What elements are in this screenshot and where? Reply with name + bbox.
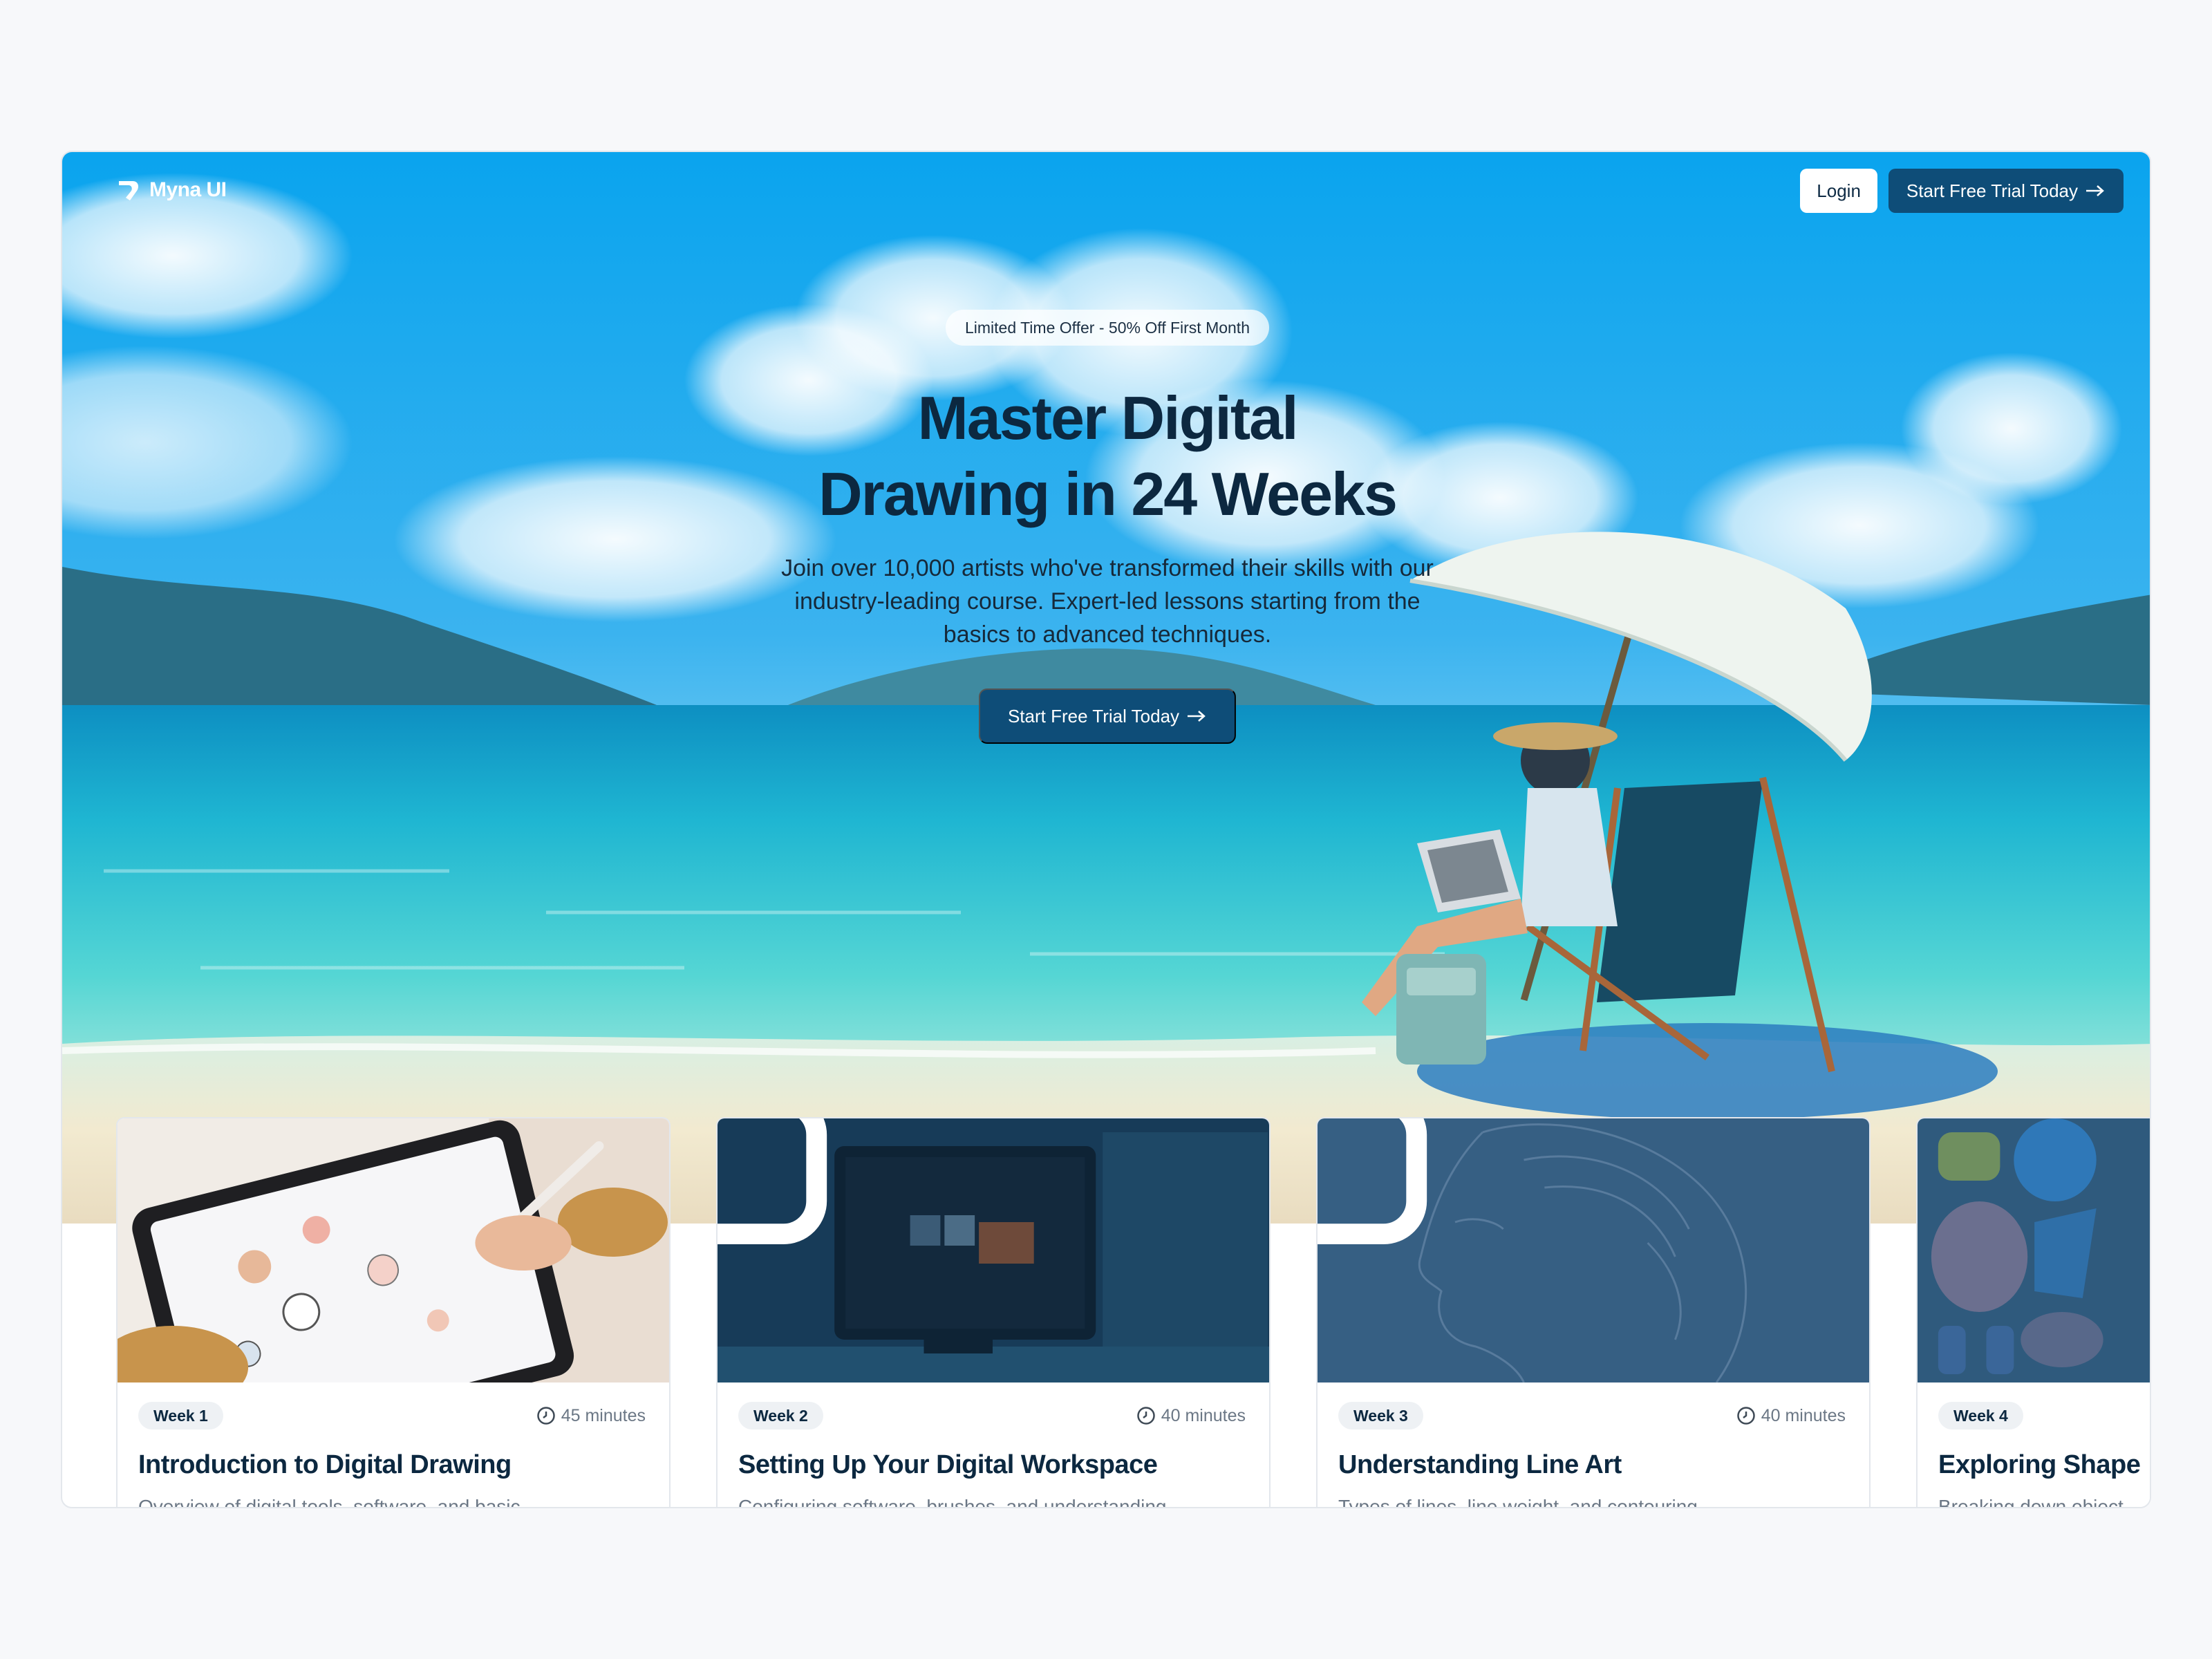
- card-title: Understanding Line Art: [1338, 1450, 1622, 1479]
- course-card-week-3[interactable]: Week 3 40 minutes Understanding Line Art…: [1316, 1117, 1871, 1508]
- start-trial-hero-button[interactable]: Start Free Trial Today: [978, 688, 1237, 744]
- duration-text: 40 minutes: [1161, 1405, 1246, 1425]
- arrow-right-icon: [2086, 185, 2104, 196]
- card-description: Breaking down object: [1938, 1496, 2124, 1508]
- card-description: Configuring software, brushes, and under…: [738, 1496, 1167, 1508]
- week-badge: Week 3: [1338, 1402, 1423, 1430]
- card-title: Introduction to Digital Drawing: [138, 1450, 512, 1479]
- start-trial-hero-label: Start Free Trial Today: [1007, 705, 1180, 727]
- card-thumbnail: [118, 1118, 669, 1382]
- hero-title: Master Digital Drawing in 24 Weeks: [62, 380, 2150, 532]
- card-title: Exploring Shape: [1938, 1450, 2141, 1479]
- lock-icon: [718, 1118, 827, 1245]
- week-badge: Week 4: [1938, 1402, 2023, 1430]
- clock-icon: [1736, 1407, 1755, 1425]
- browser-frame: Myna UI Login Start Free Trial Today Lim…: [61, 151, 2151, 1508]
- week-badge: Week 1: [138, 1402, 223, 1430]
- hero-section: Myna UI Login Start Free Trial Today Lim…: [62, 152, 2150, 1224]
- course-card-week-2[interactable]: Week 2 40 minutes Setting Up Your Digita…: [716, 1117, 1271, 1508]
- duration: 45 minutes: [536, 1406, 646, 1426]
- brand-logo[interactable]: Myna UI: [116, 177, 227, 203]
- duration-text: 40 minutes: [1761, 1405, 1846, 1425]
- card-meta: Week 3 40 minutes: [1338, 1402, 1846, 1430]
- card-description: Types of lines, line weight, and contour…: [1338, 1496, 1698, 1508]
- duration-text: 45 minutes: [561, 1405, 646, 1425]
- clock-icon: [1136, 1407, 1155, 1425]
- duration: 40 minutes: [1736, 1406, 1846, 1426]
- arrow-right-icon: [1188, 711, 1206, 722]
- duration: 40 minutes: [1136, 1406, 1246, 1426]
- week-badge: Week 2: [738, 1402, 823, 1430]
- 3d-shapes-image: [1918, 1118, 2150, 1382]
- tablet-drawing-image: [118, 1118, 669, 1382]
- card-thumbnail: [1318, 1118, 1869, 1382]
- header-actions: Login Start Free Trial Today: [1800, 169, 2124, 213]
- login-button[interactable]: Login: [1800, 169, 1877, 213]
- course-card-week-4[interactable]: Week 4 Exploring Shape Breaking down obj…: [1916, 1117, 2150, 1508]
- course-card-week-1[interactable]: Week 1 45 minutes Introduction to Digita…: [116, 1117, 671, 1508]
- card-description: Overview of digital tools, software, and…: [138, 1496, 521, 1508]
- hero-title-line-1: Master Digital: [917, 384, 1298, 452]
- card-thumbnail: [718, 1118, 1269, 1382]
- card-title: Setting Up Your Digital Workspace: [738, 1450, 1158, 1479]
- course-cards: Week 1 45 minutes Introduction to Digita…: [116, 1117, 2150, 1508]
- lock-icon: [1318, 1118, 1427, 1245]
- hero-title-line-2: Drawing in 24 Weeks: [818, 460, 1398, 528]
- hero-subtitle: Join over 10,000 artists who've transfor…: [781, 555, 1434, 648]
- card-meta: Week 2 40 minutes: [738, 1402, 1246, 1430]
- card-meta: Week 4: [1938, 1402, 2150, 1430]
- start-trial-nav-label: Start Free Trial Today: [1906, 180, 2078, 201]
- start-trial-nav-button[interactable]: Start Free Trial Today: [1888, 169, 2124, 213]
- myna-logo-icon: [119, 181, 138, 200]
- clock-icon: [536, 1407, 555, 1425]
- offer-badge: Limited Time Offer - 50% Off First Month: [945, 310, 1270, 346]
- card-thumbnail: [1918, 1118, 2150, 1382]
- card-meta: Week 1 45 minutes: [138, 1402, 646, 1430]
- brand-name: Myna UI: [149, 178, 227, 201]
